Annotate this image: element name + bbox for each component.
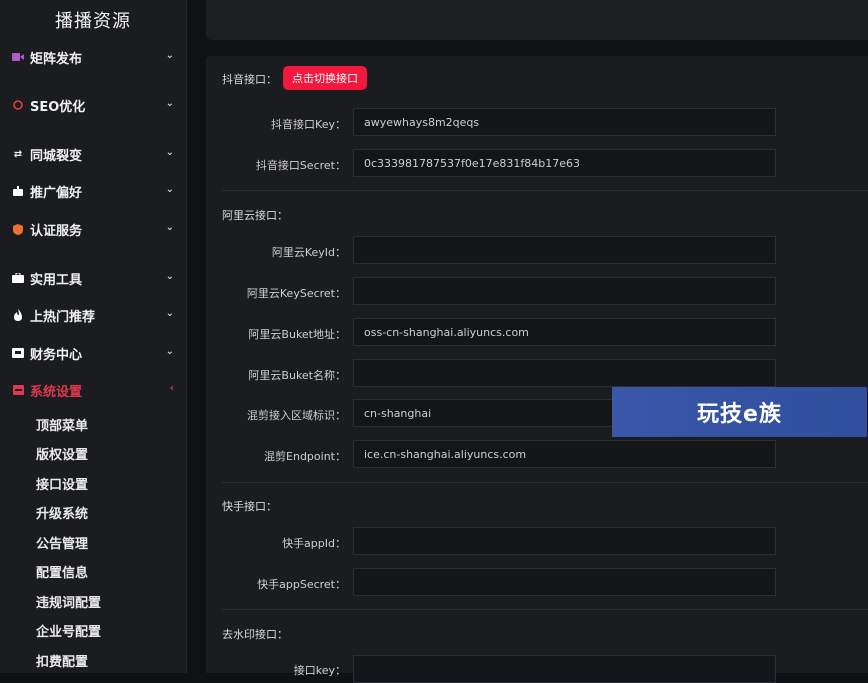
chevron-down-icon: ⌄ (165, 222, 174, 233)
chevron-down-icon: ⌄ (165, 308, 174, 319)
aliyun-keyid-input[interactable] (353, 236, 776, 264)
region-label: 混剪接入区域标识： (247, 409, 346, 422)
chevron-down-icon: ⌄ (165, 271, 174, 282)
submenu-top-menu[interactable]: 顶部菜单 (36, 415, 88, 434)
sidebar-item-label: 财务中心 (30, 347, 83, 363)
sidebar-item-matrix[interactable]: 矩阵发布 ⌄ (0, 44, 186, 70)
sidebar-item-finance[interactable]: 财务中心 ⌄ (0, 340, 186, 366)
kuaishou-appid-label: 快手appId： (282, 537, 346, 550)
submenu-billing[interactable]: 扣费配置 (36, 651, 88, 670)
seo-icon (12, 99, 24, 111)
kuaishou-appsecret-input[interactable] (353, 568, 776, 596)
sidebar-item-label: 认证服务 (30, 223, 83, 239)
kuaishou-appid-input[interactable] (353, 527, 776, 555)
wallet-icon (12, 347, 24, 359)
submenu-config-info[interactable]: 配置信息 (36, 562, 88, 581)
link-icon: ⇄ (13, 148, 23, 160)
submenu-upgrade[interactable]: 升级系统 (36, 503, 88, 522)
robot-icon (12, 185, 24, 197)
chevron-down-icon: ⌄ (165, 50, 174, 61)
divider (222, 609, 868, 610)
douyin-section-title: 抖音接口： (222, 73, 277, 86)
shield-icon (12, 223, 24, 235)
toolbox-icon (12, 272, 24, 284)
aliyun-buket-name-label: 阿里云Buket名称： (248, 369, 346, 382)
watermark-api-section-title: 去水印接口： (222, 628, 288, 641)
sidebar-item-label: 推广偏好 (30, 185, 83, 201)
douyin-key-label: 抖音接口Key： (271, 118, 346, 131)
brand-title: 播播资源 (55, 11, 131, 32)
watermark-logo: 玩技e族 (612, 387, 867, 437)
chevron-down-icon: ⌄ (165, 184, 174, 195)
kuaishou-appsecret-label: 快手appSecret： (257, 578, 346, 591)
chevron-left-icon: ‹ (169, 383, 174, 394)
submenu-announcements[interactable]: 公告管理 (36, 533, 88, 552)
endpoint-input[interactable] (353, 440, 776, 468)
sidebar-item-system-settings[interactable]: 系统设置 ‹ (0, 377, 186, 403)
submenu-banned-words[interactable]: 违规词配置 (36, 592, 101, 611)
aliyun-buket-name-input[interactable] (353, 359, 776, 387)
sidebar-item-local[interactable]: ⇄ 同城裂变 ⌄ (0, 141, 186, 167)
sidebar-item-label: 同城裂变 (30, 148, 83, 164)
sidebar-item-promo[interactable]: 推广偏好 ⌄ (0, 178, 186, 204)
douyin-key-input[interactable] (353, 108, 776, 136)
kuaishou-section-title: 快手接口： (222, 500, 277, 513)
sidebar-item-label: 实用工具 (30, 272, 83, 288)
aliyun-buket-address-input[interactable] (353, 318, 776, 346)
top-bar (206, 0, 868, 40)
divider (222, 482, 868, 483)
douyin-secret-label: 抖音接口Secret： (255, 159, 346, 172)
aliyun-keyid-label: 阿里云KeyId： (271, 246, 346, 259)
sidebar-item-hot[interactable]: 上热门推荐 ⌄ (0, 302, 186, 328)
aliyun-keysecret-label: 阿里云KeySecret： (246, 287, 346, 300)
submenu-copyright[interactable]: 版权设置 (36, 444, 88, 463)
fire-icon (12, 309, 24, 321)
switch-api-button[interactable]: 点击切换接口 (283, 66, 367, 90)
aliyun-buket-address-label: 阿里云Buket地址： (248, 328, 346, 341)
video-icon (12, 51, 24, 63)
divider (222, 190, 868, 191)
settings-icon (12, 384, 24, 396)
chevron-down-icon: ⌄ (165, 346, 174, 357)
douyin-secret-input[interactable] (353, 149, 776, 177)
sidebar-item-label: SEO优化 (30, 99, 86, 115)
sidebar-item-tools[interactable]: 实用工具 ⌄ (0, 265, 186, 291)
watermark-api-key-label: 接口key： (293, 664, 346, 677)
chevron-down-icon: ⌄ (165, 98, 174, 109)
aliyun-section-title: 阿里云接口： (222, 209, 288, 222)
sidebar-item-label: 矩阵发布 (30, 51, 83, 67)
chevron-down-icon: ⌄ (165, 147, 174, 158)
submenu-api-settings[interactable]: 接口设置 (36, 474, 88, 493)
sidebar-item-auth[interactable]: 认证服务 ⌄ (0, 216, 186, 242)
sidebar-item-label: 上热门推荐 (30, 309, 96, 325)
submenu-enterprise[interactable]: 企业号配置 (36, 621, 101, 640)
watermark-api-key-input[interactable] (353, 655, 776, 683)
aliyun-keysecret-input[interactable] (353, 277, 776, 305)
sidebar-item-label: 系统设置 (30, 384, 83, 400)
sidebar: 播播资源 矩阵发布 ⌄ SEO优化 ⌄ ⇄ 同城裂变 ⌄ 推广偏好 ⌄ 认证服务… (0, 0, 187, 673)
endpoint-label: 混剪Endpoint： (264, 450, 346, 463)
sidebar-item-seo[interactable]: SEO优化 ⌄ (0, 92, 186, 118)
